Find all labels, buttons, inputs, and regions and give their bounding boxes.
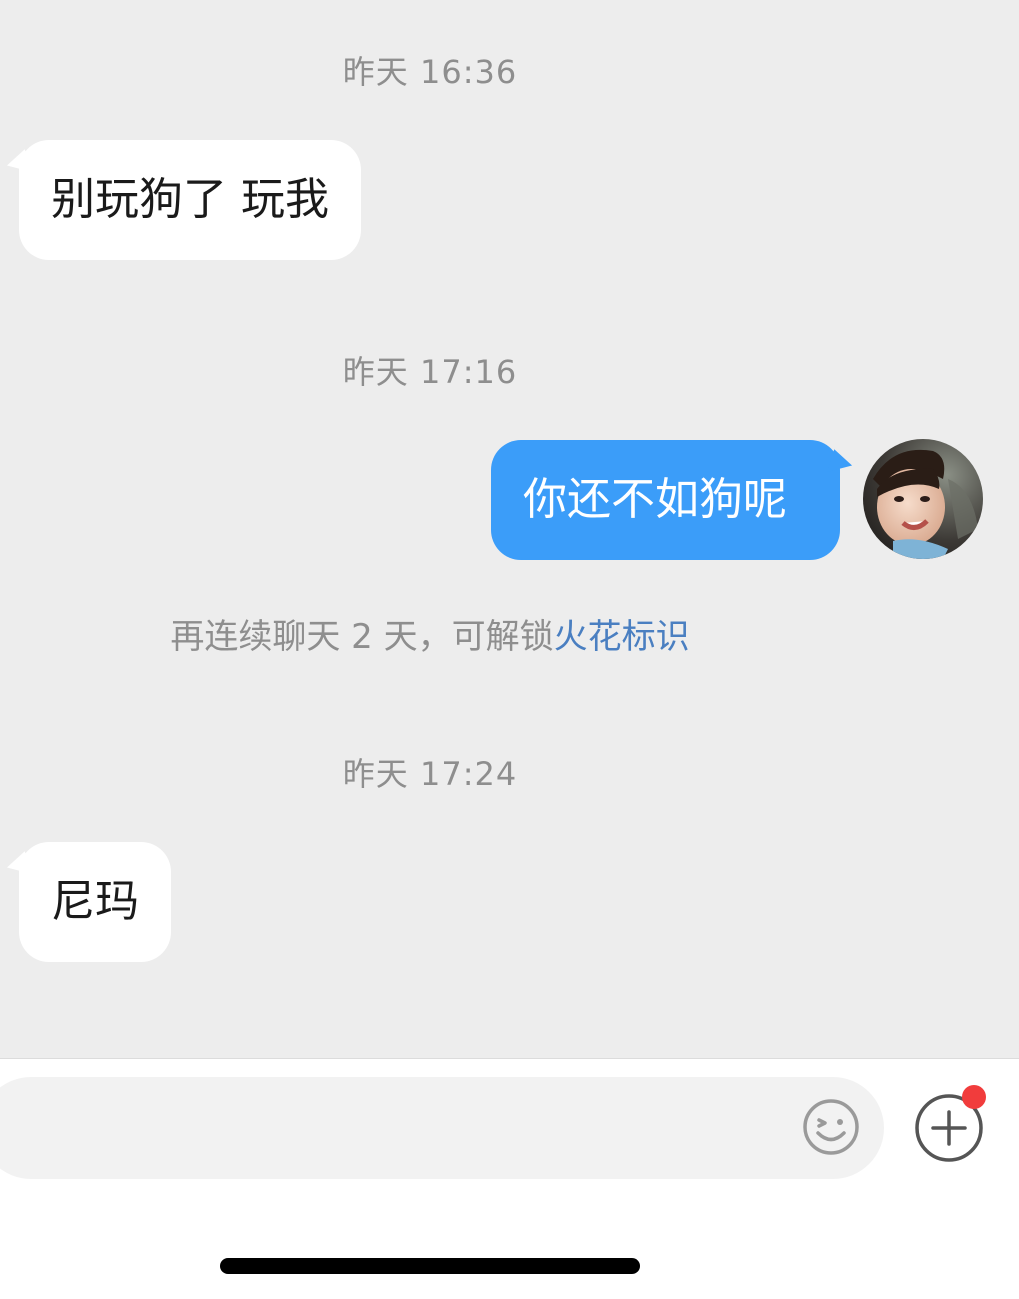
message-timestamp: 昨天 16:36 — [342, 53, 518, 91]
user-avatar[interactable] — [863, 439, 983, 559]
notification-dot — [962, 1085, 986, 1109]
outgoing-message-bubble[interactable]: 你还不如狗呢 — [491, 440, 856, 560]
streak-notice: 再连续聊天 2 天，可解锁火花标识 — [0, 617, 860, 657]
message-timestamp: 昨天 17:24 — [342, 755, 518, 793]
spark-badge-link[interactable]: 火花标识 — [554, 617, 690, 657]
incoming-message-bubble[interactable]: 尼玛 — [3, 842, 171, 962]
bubble-tail — [3, 149, 33, 179]
bubble-tail — [826, 449, 856, 479]
incoming-message-bubble[interactable]: 别玩狗了 玩我 — [3, 140, 361, 260]
emoji-smiley-icon[interactable] — [802, 1098, 860, 1156]
bubble-tail — [3, 851, 33, 881]
message-input[interactable] — [0, 1077, 884, 1179]
home-indicator[interactable] — [220, 1258, 640, 1274]
message-text: 别玩狗了 玩我 — [51, 174, 329, 225]
message-timestamp: 昨天 17:16 — [342, 353, 518, 391]
avatar-photo — [863, 439, 983, 559]
streak-notice-text: 再连续聊天 2 天，可解锁 — [170, 617, 554, 657]
chat-message-list[interactable]: 昨天 16:36 别玩狗了 玩我 昨天 17:16 你还不如狗呢 再连续聊天 2… — [0, 0, 1019, 1058]
message-text: 尼玛 — [51, 876, 139, 927]
message-text: 你还不如狗呢 — [523, 474, 787, 525]
